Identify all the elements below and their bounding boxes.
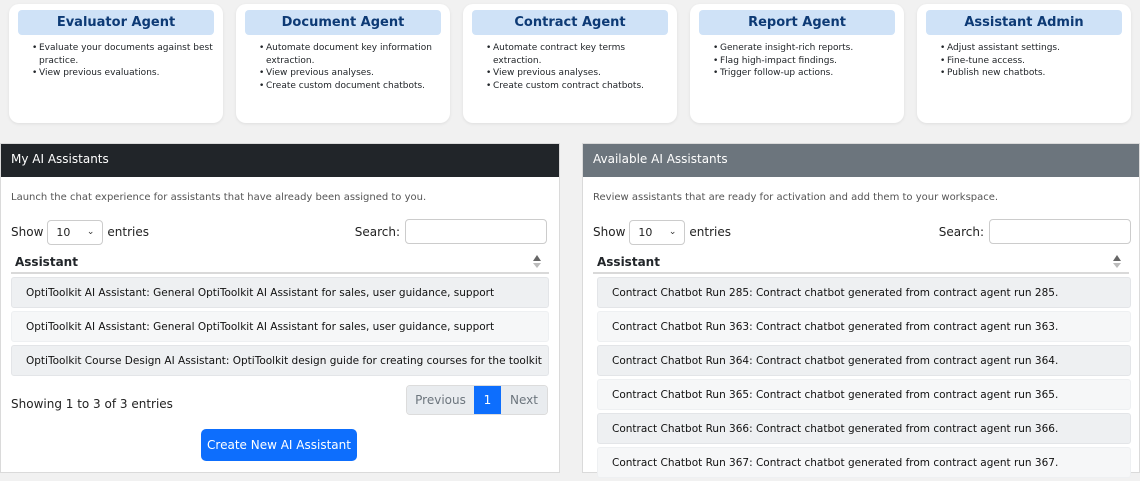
entries-value: 10 <box>638 225 653 239</box>
card-title[interactable]: Evaluator Agent <box>18 10 214 35</box>
next-page-button[interactable]: Next <box>501 386 547 414</box>
table-row[interactable]: OptiToolkit Course Design AI Assistant: … <box>11 345 549 376</box>
card-feature-list: Automate contract key terms extraction. … <box>486 42 672 92</box>
card-title[interactable]: Document Agent <box>245 10 441 35</box>
entries-length-control: Show 10 ⌄ entries <box>11 219 149 245</box>
card-feature: Flag high-impact findings. <box>713 55 899 68</box>
search-input[interactable] <box>989 219 1131 244</box>
entries-label: entries <box>107 225 149 239</box>
card-assistant-admin[interactable]: Assistant Admin Adjust assistant setting… <box>917 4 1131 123</box>
chevron-down-icon: ⌄ <box>668 227 677 237</box>
table-row[interactable]: Contract Chatbot Run 285: Contract chatb… <box>597 277 1131 308</box>
card-feature: Evaluate your documents against best pra… <box>32 42 218 67</box>
search-control: Search: <box>355 219 547 244</box>
card-feature-list: Evaluate your documents against best pra… <box>32 42 218 80</box>
available-assistants-table: Contract Chatbot Run 285: Contract chatb… <box>597 277 1131 481</box>
card-feature: View previous evaluations. <box>32 67 218 80</box>
card-feature: View previous analyses. <box>486 67 672 80</box>
table-row[interactable]: Contract Chatbot Run 366: Contract chatb… <box>597 413 1131 444</box>
card-feature: Generate insight-rich reports. <box>713 42 899 55</box>
column-header-assistant[interactable]: Assistant <box>593 250 1129 274</box>
entries-value: 10 <box>56 225 71 239</box>
table-row[interactable]: Contract Chatbot Run 365: Contract chatb… <box>597 379 1131 410</box>
entries-label: entries <box>689 225 731 239</box>
panel-description: Launch the chat experience for assistant… <box>11 192 427 203</box>
column-header-assistant[interactable]: Assistant <box>11 250 549 274</box>
entries-length-control: Show 10 ⌄ entries <box>593 219 731 245</box>
card-feature: Adjust assistant settings. <box>940 42 1126 55</box>
card-evaluator-agent[interactable]: Evaluator Agent Evaluate your documents … <box>9 4 223 123</box>
table-row[interactable]: Contract Chatbot Run 363: Contract chatb… <box>597 311 1131 342</box>
my-assistants-panel: My AI Assistants Launch the chat experie… <box>0 143 560 473</box>
my-assistants-table: OptiToolkit AI Assistant: General OptiTo… <box>11 277 549 379</box>
sort-icon[interactable] <box>1113 253 1121 269</box>
create-new-assistant-button[interactable]: Create New AI Assistant <box>201 429 357 461</box>
card-feature: Automate contract key terms extraction. <box>486 42 672 67</box>
pagination: Previous 1 Next <box>406 385 548 415</box>
card-title[interactable]: Assistant Admin <box>926 10 1122 35</box>
card-report-agent[interactable]: Report Agent Generate insight-rich repor… <box>690 4 904 123</box>
card-feature: Fine-tune access. <box>940 55 1126 68</box>
card-document-agent[interactable]: Document Agent Automate document key inf… <box>236 4 450 123</box>
table-info: Showing 1 to 3 of 3 entries <box>11 397 173 411</box>
card-feature: Publish new chatbots. <box>940 67 1126 80</box>
column-header-label: Assistant <box>15 255 78 269</box>
card-feature: Create custom document chatbots. <box>259 80 445 93</box>
available-assistants-panel: Available AI Assistants Review assistant… <box>582 143 1140 478</box>
previous-page-button[interactable]: Previous <box>407 386 474 414</box>
table-row[interactable]: Contract Chatbot Run 367: Contract chatb… <box>597 447 1131 478</box>
search-label: Search: <box>354 224 400 239</box>
panel-description: Review assistants that are ready for act… <box>593 192 999 203</box>
panel-header: My AI Assistants <box>1 144 559 177</box>
entries-select[interactable]: 10 ⌄ <box>629 219 686 245</box>
agent-cards: Evaluator Agent Evaluate your documents … <box>0 0 1140 130</box>
card-feature-list: Automate document key information extrac… <box>259 42 445 92</box>
column-header-label: Assistant <box>597 255 660 269</box>
table-row[interactable]: Contract Chatbot Run 364: Contract chatb… <box>597 345 1131 376</box>
show-label: Show <box>11 225 44 239</box>
sort-icon[interactable] <box>533 253 541 269</box>
card-feature: Create custom contract chatbots. <box>486 80 672 93</box>
search-label: Search: <box>938 224 984 239</box>
card-feature-list: Generate insight-rich reports. Flag high… <box>713 42 899 80</box>
card-title[interactable]: Report Agent <box>699 10 895 35</box>
chevron-down-icon: ⌄ <box>86 227 95 237</box>
card-feature: Automate document key information extrac… <box>259 42 445 67</box>
table-row[interactable]: OptiToolkit AI Assistant: General OptiTo… <box>11 311 549 342</box>
card-feature: View previous analyses. <box>259 67 445 80</box>
card-feature: Trigger follow-up actions. <box>713 67 899 80</box>
search-control: Search: <box>939 219 1131 244</box>
table-row[interactable]: OptiToolkit AI Assistant: General OptiTo… <box>11 277 549 308</box>
card-feature-list: Adjust assistant settings. Fine-tune acc… <box>940 42 1126 80</box>
panel-header: Available AI Assistants <box>583 144 1139 177</box>
card-title[interactable]: Contract Agent <box>472 10 668 35</box>
page-1-button[interactable]: 1 <box>474 386 501 414</box>
search-input[interactable] <box>405 219 547 244</box>
entries-select[interactable]: 10 ⌄ <box>47 219 104 245</box>
show-label: Show <box>593 225 626 239</box>
card-contract-agent[interactable]: Contract Agent Automate contract key ter… <box>463 4 677 123</box>
